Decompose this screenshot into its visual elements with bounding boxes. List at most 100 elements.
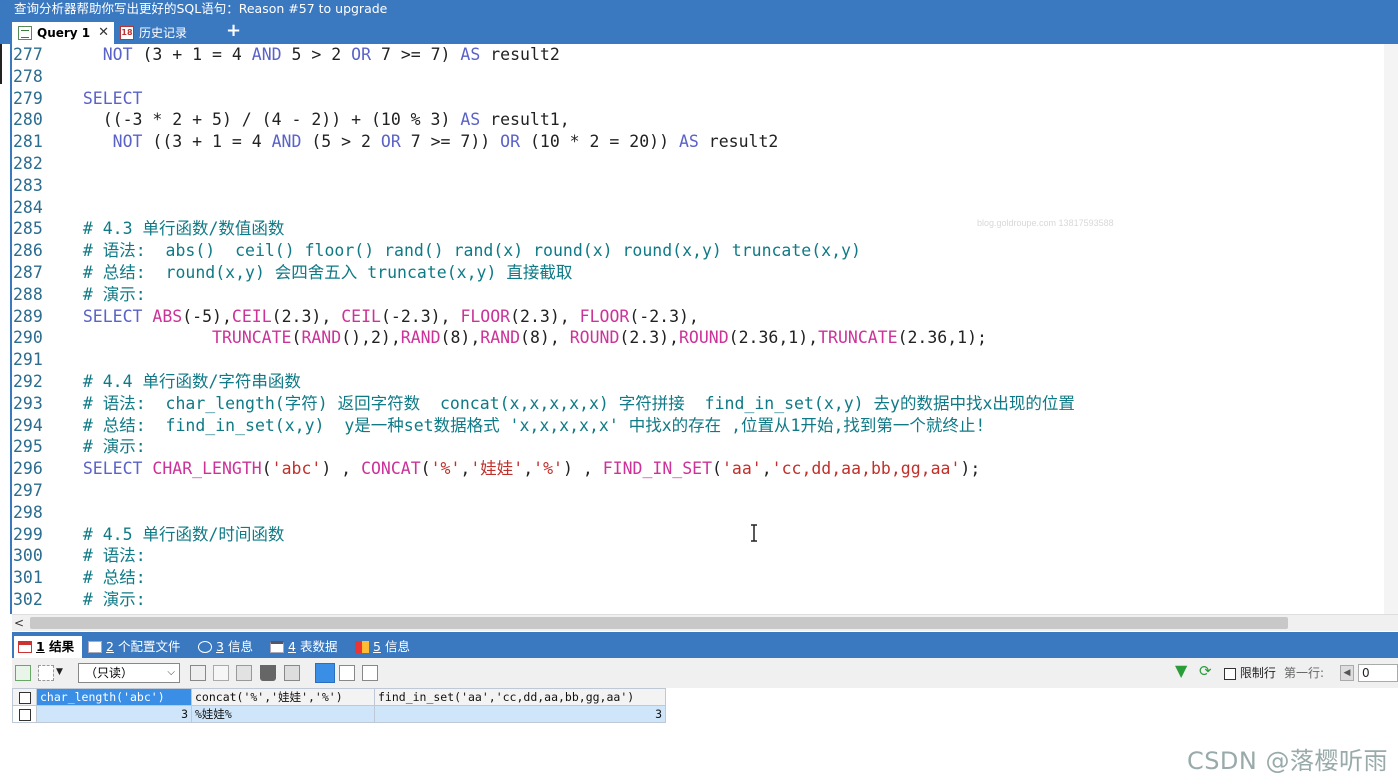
copy-row-icon[interactable] [213, 665, 229, 681]
code-line[interactable]: 279 SELECT [12, 88, 142, 110]
code-line[interactable]: 298 [12, 502, 63, 524]
code-line[interactable]: 286 # 语法: abs() ceil() floor() rand() ra… [12, 240, 861, 262]
filter-icon[interactable]: ▼ [1175, 662, 1187, 680]
first-row-input[interactable]: 0 [1358, 664, 1398, 682]
table-icon [270, 641, 284, 653]
line-number: 301 [13, 568, 43, 588]
save-icon[interactable] [236, 665, 252, 681]
column-header[interactable]: char_length('abc') [36, 688, 192, 706]
scrollbar-thumb[interactable] [30, 617, 1288, 629]
code-line[interactable]: 296 SELECT CHAR_LENGTH('abc') , CONCAT('… [12, 458, 980, 480]
tab-info-2-num: 5 [373, 639, 381, 654]
tab-info-2[interactable]: 5 信息 [355, 636, 410, 658]
code-line[interactable]: 302 # 演示: [12, 589, 146, 611]
horizontal-scrollbar[interactable]: < [12, 614, 1398, 631]
form-view-icon[interactable] [339, 665, 355, 681]
tab-results-num: 1 [36, 639, 45, 654]
code-line[interactable]: 280 ((-3 * 2 + 5) / (4 - 2)) + (10 % 3) … [12, 109, 570, 131]
code-token: result1, [480, 110, 570, 130]
close-tab-icon[interactable]: ✕ [98, 22, 109, 44]
line-number: 287 [13, 263, 43, 282]
code-token: # 总结: find_in_set(x,y) y是一种set数据格式 'x,x,… [63, 415, 986, 435]
line-number: 284 [13, 197, 43, 217]
grid-cell[interactable]: %娃娃% [191, 705, 375, 723]
grid-cell[interactable]: 3 [374, 705, 666, 723]
row-checkbox[interactable] [12, 705, 37, 723]
sql-editor[interactable]: blog.goldroupe.com 13817593588 277 NOT (… [12, 44, 1398, 614]
line-number: 286 [13, 241, 43, 261]
scroll-left-icon[interactable]: < [14, 615, 24, 631]
code-line[interactable]: 278 [12, 66, 63, 88]
vertical-scrollbar[interactable] [1384, 44, 1398, 614]
code-line[interactable]: 290 TRUNCATE(RAND(),2),RAND(8),RAND(8), … [12, 327, 987, 349]
code-line[interactable]: 299 # 4.5 单行函数/时间函数 [12, 524, 284, 546]
code-line[interactable]: 294 # 总结: find_in_set(x,y) y是一种set数据格式 '… [12, 415, 985, 437]
code-line[interactable]: 295 # 演示: [12, 436, 146, 458]
code-token: TRUNCATE [818, 328, 898, 348]
code-token: AS [460, 45, 481, 64]
code-token: '娃娃' [470, 459, 524, 479]
code-token: 5 > 2 [281, 45, 352, 64]
code-line[interactable]: 297 [12, 480, 63, 502]
line-number: 293 [13, 393, 43, 413]
grid-cell[interactable]: 3 [36, 705, 192, 723]
column-header[interactable]: concat('%','娃娃','%') [191, 688, 375, 706]
line-number: 291 [13, 350, 43, 370]
profile-icon [88, 641, 102, 653]
tab-query-1[interactable]: Query 1 ✕ [12, 22, 114, 44]
code-token: # 4.3 单行函数/数值函数 [63, 219, 285, 239]
new-tab-button[interactable]: + [226, 20, 241, 42]
select-all-checkbox[interactable] [12, 688, 37, 706]
code-token: CEIL [341, 306, 381, 326]
delete-icon[interactable] [260, 665, 276, 681]
grid-view-icon[interactable] [315, 663, 335, 683]
code-line[interactable]: 287 # 总结: round(x,y) 会四舍五入 truncate(x,y)… [12, 262, 572, 284]
select-all-checkbox-box[interactable] [18, 691, 31, 704]
code-token: RAND [400, 328, 441, 348]
tab-results[interactable]: 1 结果 [14, 636, 82, 658]
code-line[interactable]: 284 [12, 197, 63, 219]
tab-info[interactable]: 3 信息 [198, 636, 253, 658]
code-line[interactable]: 289 SELECT ABS(-5),CEIL(2.3), CEIL(-2.3)… [12, 306, 699, 328]
tab-history[interactable]: 18 历史记录 [118, 22, 187, 44]
code-token: result2 [698, 132, 779, 152]
table-row[interactable]: 3 %娃娃% 3 [12, 705, 666, 723]
code-line[interactable]: 288 # 演示: [12, 284, 146, 306]
prev-page-icon[interactable]: ◀ [1340, 665, 1354, 681]
code-line[interactable]: 281 NOT ((3 + 1 = 4 AND (5 > 2 OR 7 >= 7… [12, 131, 778, 153]
code-token: FLOOR [579, 306, 630, 326]
export-icon[interactable] [38, 665, 54, 681]
line-number: 289 [13, 306, 43, 326]
tab-table-data[interactable]: 4 表数据 [270, 636, 337, 658]
code-token: SELECT [82, 306, 143, 326]
text-view-icon[interactable] [362, 665, 378, 681]
export-dropdown-chevron-icon[interactable]: ▼ [56, 663, 63, 681]
code-line[interactable]: 292 # 4.4 单行函数/字符串函数 [12, 371, 301, 393]
tab-info-label: 信息 [227, 639, 253, 654]
line-number: 282 [13, 154, 43, 173]
result-toolbar: ▼ （只读） ⌵ ▼ ⟳ 限制行 第一行: ◀ 0 [12, 658, 1398, 689]
code-line[interactable]: 277 NOT (3 + 1 = 4 AND 5 > 2 OR 7 >= 7) … [12, 44, 560, 66]
code-line[interactable]: 301 # 总结: [12, 567, 146, 589]
read-only-select-value: （只读） [85, 666, 134, 680]
row-checkbox-box[interactable] [18, 708, 31, 721]
code-line[interactable]: 282 [12, 153, 63, 175]
code-token: # 4.4 单行函数/字符串函数 [63, 372, 301, 391]
add-row-icon[interactable] [15, 665, 31, 681]
limit-rows-checkbox-box[interactable] [1224, 667, 1236, 680]
refresh-grid-icon[interactable] [190, 665, 206, 681]
code-line[interactable]: 283 [12, 175, 63, 197]
code-token: (),2), [341, 328, 401, 348]
code-line[interactable]: 293 # 语法: char_length(字符) 返回字符数 concat(x… [12, 393, 1075, 415]
code-line[interactable]: 300 # 语法: [12, 545, 146, 567]
tab-profiles[interactable]: 2 个配置文件 [88, 636, 180, 658]
refresh-icon[interactable]: ⟳ [1199, 662, 1212, 680]
code-line[interactable]: 285 # 4.3 单行函数/数值函数 [12, 218, 284, 240]
cancel-changes-icon[interactable] [284, 665, 300, 681]
code-line[interactable]: 291 [12, 349, 63, 371]
limit-rows-checkbox[interactable]: 限制行 [1224, 664, 1276, 682]
read-only-select[interactable]: （只读） ⌵ [78, 663, 180, 683]
column-header[interactable]: find_in_set('aa','cc,dd,aa,bb,gg,aa') [374, 688, 666, 706]
